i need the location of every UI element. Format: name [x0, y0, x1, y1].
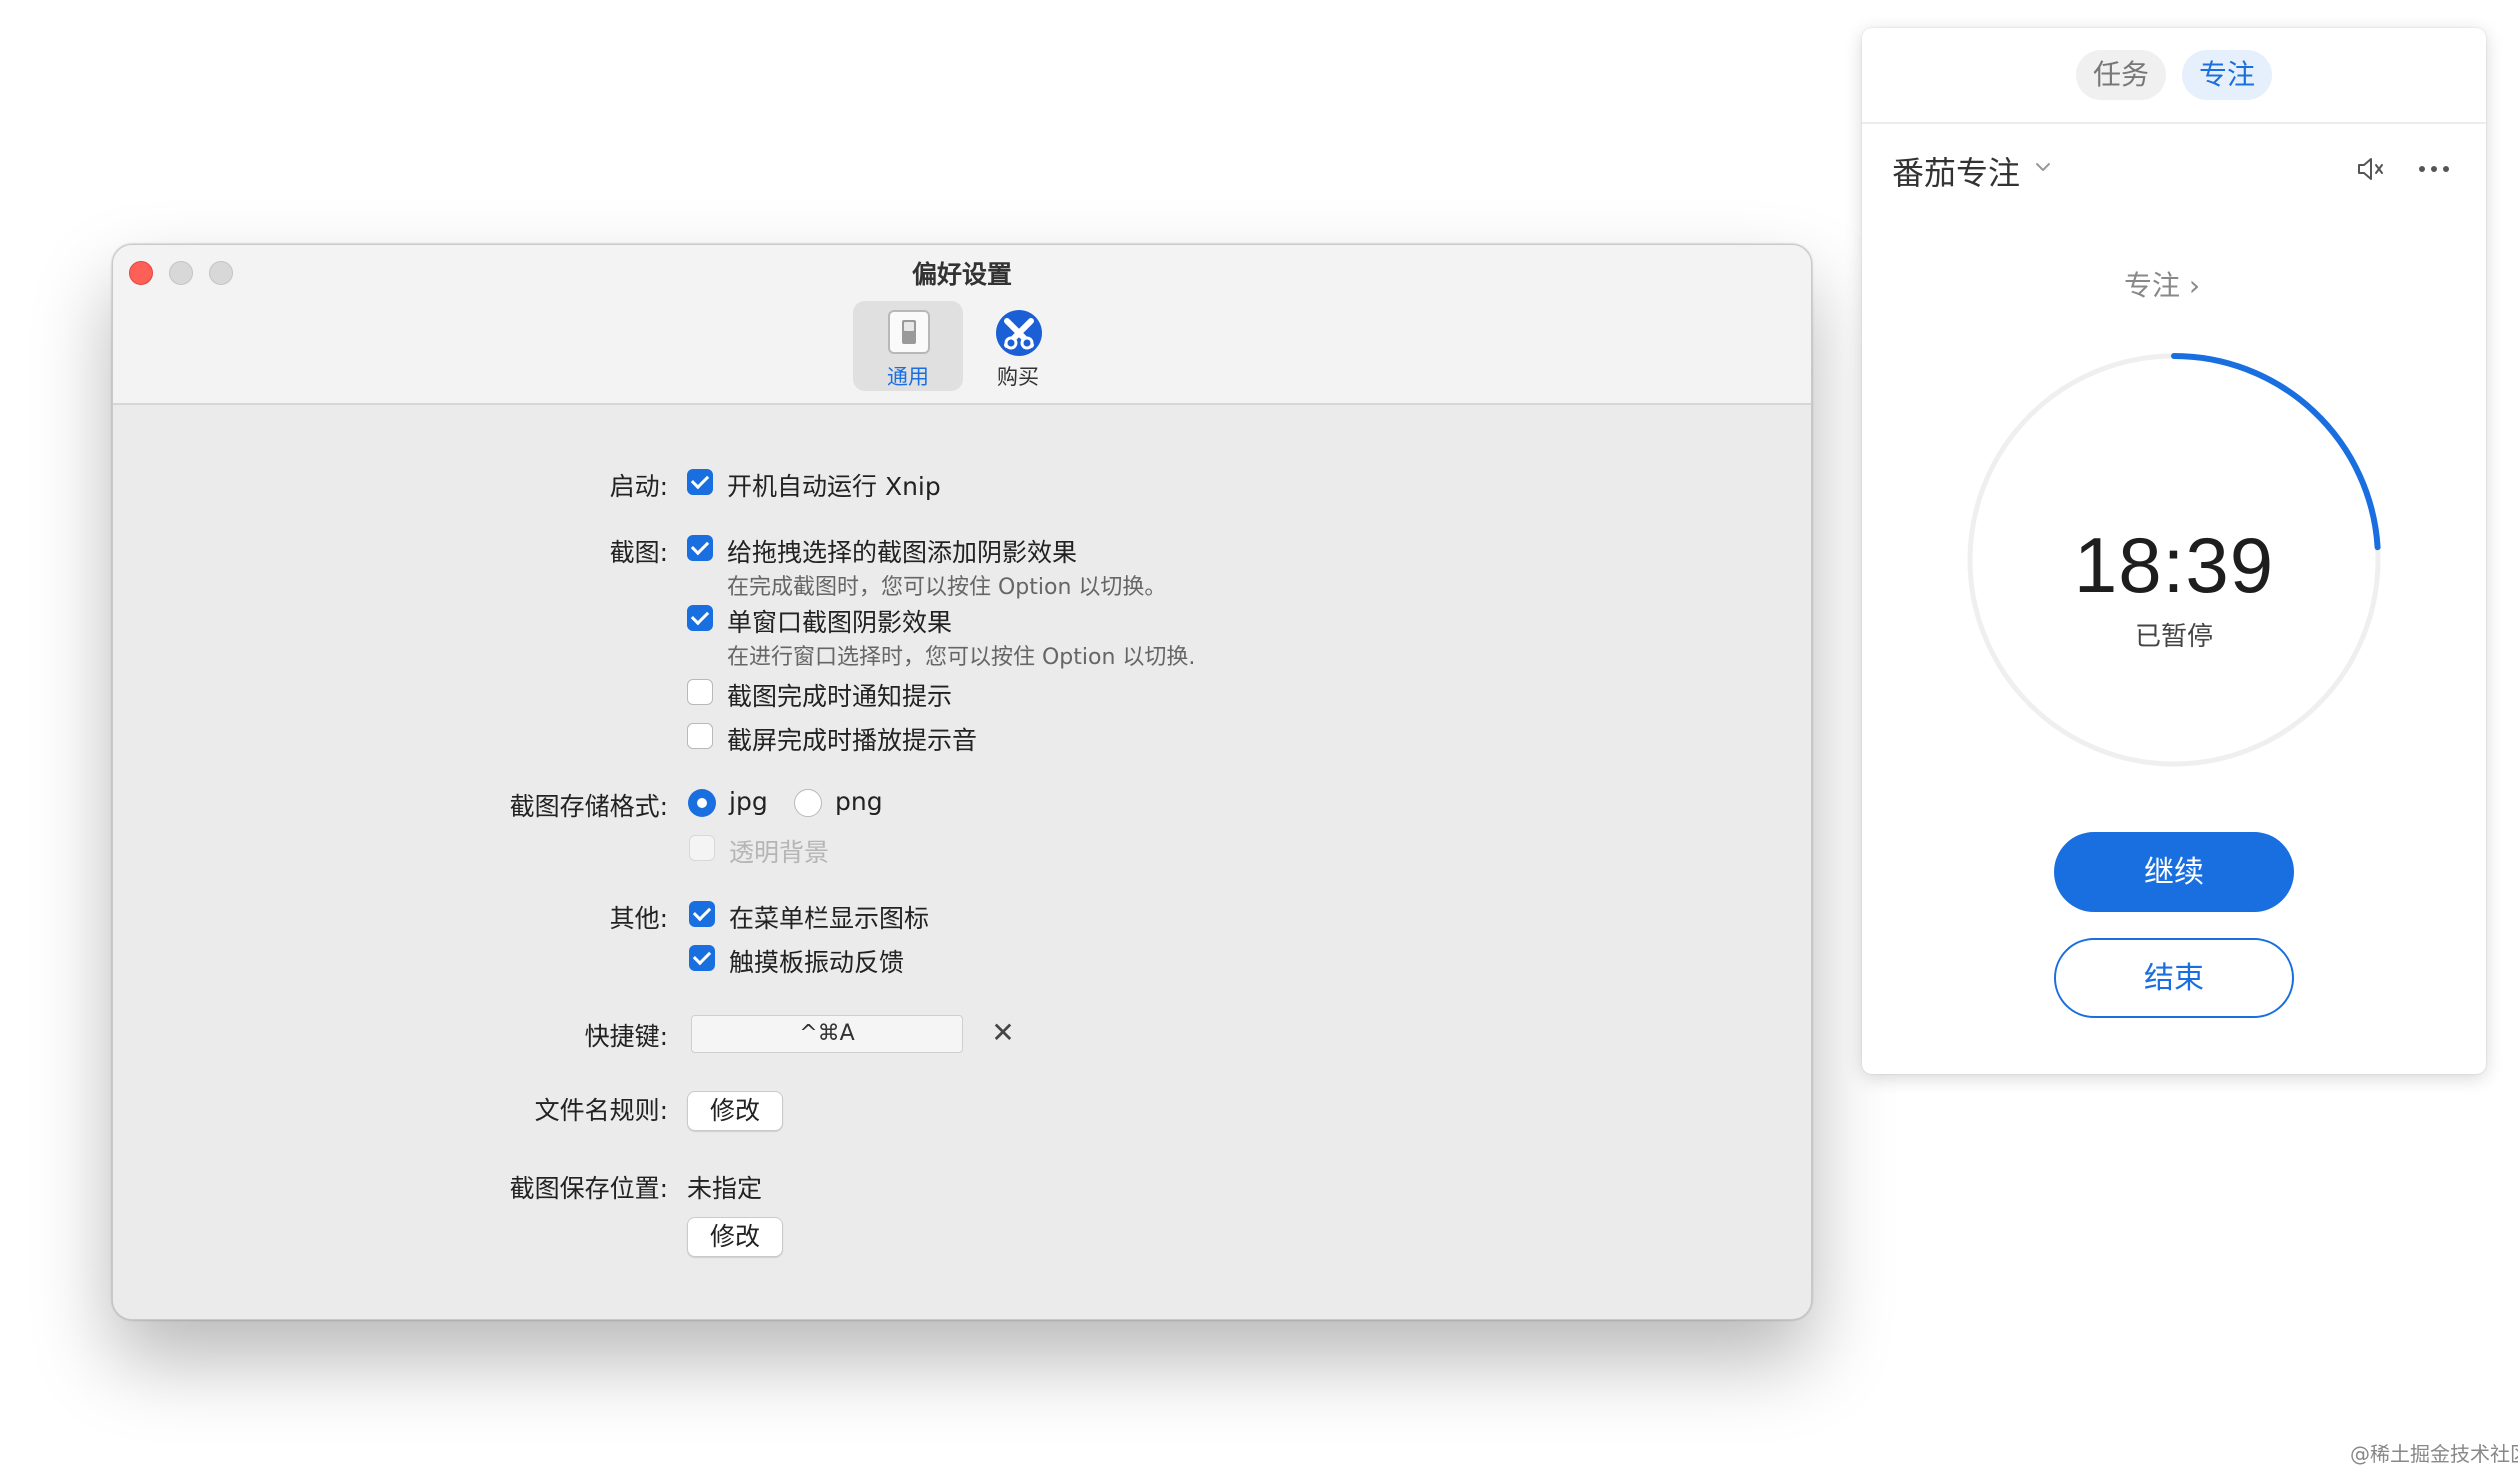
- drag-shadow-text: 给拖拽选择的截图添加阴影效果: [727, 538, 1078, 567]
- continue-button[interactable]: 继续: [2054, 832, 2294, 912]
- hotkey-label: 快捷键:: [584, 1022, 668, 1051]
- transparent-bg-checkbox[interactable]: [689, 835, 715, 861]
- switch-icon: [888, 310, 930, 354]
- sound-done-text: 截屏完成时播放提示音: [727, 726, 978, 755]
- notify-done-text: 截图完成时通知提示: [727, 682, 953, 711]
- screenshot-label: 截图:: [609, 538, 668, 567]
- haptic-text: 触摸板振动反馈: [729, 948, 905, 977]
- format-label: 截图存储格式:: [509, 792, 668, 821]
- focus-panel-tabs: 任务 专注: [1862, 28, 2486, 124]
- drag-shadow-hint: 在完成截图时，您可以按住 Option 以切换。: [727, 575, 1167, 600]
- menubar-icon-text: 在菜单栏显示图标: [729, 904, 930, 933]
- toolbar-general-label: 通用: [887, 365, 929, 389]
- preferences-toolbar: 偏好设置 通用 购买: [113, 245, 1811, 405]
- desktop: 偏好设置 通用 购买 启动: 开机自动运行 Xnip 截图: 给拖拽选择的截图添…: [0, 0, 2518, 1468]
- notify-done-checkbox[interactable]: [687, 679, 713, 705]
- haptic-checkbox[interactable]: [689, 945, 715, 971]
- xnip-app-icon: [996, 310, 1042, 356]
- chevron-down-icon[interactable]: [2032, 156, 2054, 178]
- startup-label: 启动:: [609, 472, 668, 501]
- toolbar-buy-label: 购买: [997, 365, 1039, 389]
- pomodoro-title[interactable]: 番茄专注: [1892, 148, 2020, 194]
- launch-at-login-text: 开机自动运行 Xnip: [727, 472, 941, 501]
- toolbar-buy-tab[interactable]: 购买: [963, 301, 1073, 391]
- launch-at-login-checkbox[interactable]: [687, 469, 713, 495]
- end-button[interactable]: 结束: [2054, 938, 2294, 1018]
- hotkey-clear-button[interactable]: ✕: [988, 1015, 1018, 1053]
- format-jpg-text: jpg: [729, 787, 768, 816]
- window-shadow-hint: 在进行窗口选择时，您可以按住 Option 以切换.: [727, 645, 1196, 670]
- mute-icon[interactable]: [2354, 152, 2388, 186]
- save-location-value: 未指定: [687, 1174, 763, 1203]
- format-jpg-radio[interactable]: [688, 789, 716, 817]
- transparent-bg-text: 透明背景: [729, 838, 830, 867]
- timer-display: 18:39: [2073, 521, 2275, 609]
- preferences-window: 偏好设置 通用 购买 启动: 开机自动运行 Xnip 截图: 给拖拽选择的截图添…: [112, 244, 1812, 1320]
- menubar-icon-checkbox[interactable]: [689, 901, 715, 927]
- drag-shadow-checkbox[interactable]: [687, 535, 713, 561]
- save-location-edit-button[interactable]: 修改: [687, 1217, 783, 1257]
- progress-ring-arc: [2171, 353, 2381, 551]
- tab-tasks[interactable]: 任务: [2076, 50, 2166, 100]
- other-label: 其他:: [609, 904, 668, 933]
- focus-panel: 任务 专注 番茄专注 专注 › 18:39 已暂停 继续 结束: [1862, 28, 2486, 1074]
- window-shadow-checkbox[interactable]: [687, 605, 713, 631]
- window-title: 偏好设置: [911, 260, 1012, 289]
- toolbar-general-tab[interactable]: 通用: [853, 301, 963, 391]
- filename-rule-label: 文件名规则:: [534, 1096, 668, 1125]
- hotkey-recorder-field[interactable]: ^⌘A: [691, 1015, 963, 1053]
- focus-mode-link[interactable]: 专注 ›: [2124, 264, 2200, 304]
- save-location-label: 截图保存位置:: [509, 1174, 668, 1203]
- format-png-radio[interactable]: [794, 789, 822, 817]
- format-png-text: png: [835, 787, 883, 816]
- filename-rule-edit-button[interactable]: 修改: [687, 1091, 783, 1131]
- window-shadow-text: 单窗口截图阴影效果: [727, 608, 953, 637]
- timer-state: 已暂停: [2134, 622, 2213, 652]
- tab-focus[interactable]: 专注: [2182, 50, 2272, 100]
- watermark: @稀土掘金技术社区: [2350, 1442, 2518, 1466]
- sound-done-checkbox[interactable]: [687, 723, 713, 749]
- more-icon[interactable]: [2414, 152, 2454, 186]
